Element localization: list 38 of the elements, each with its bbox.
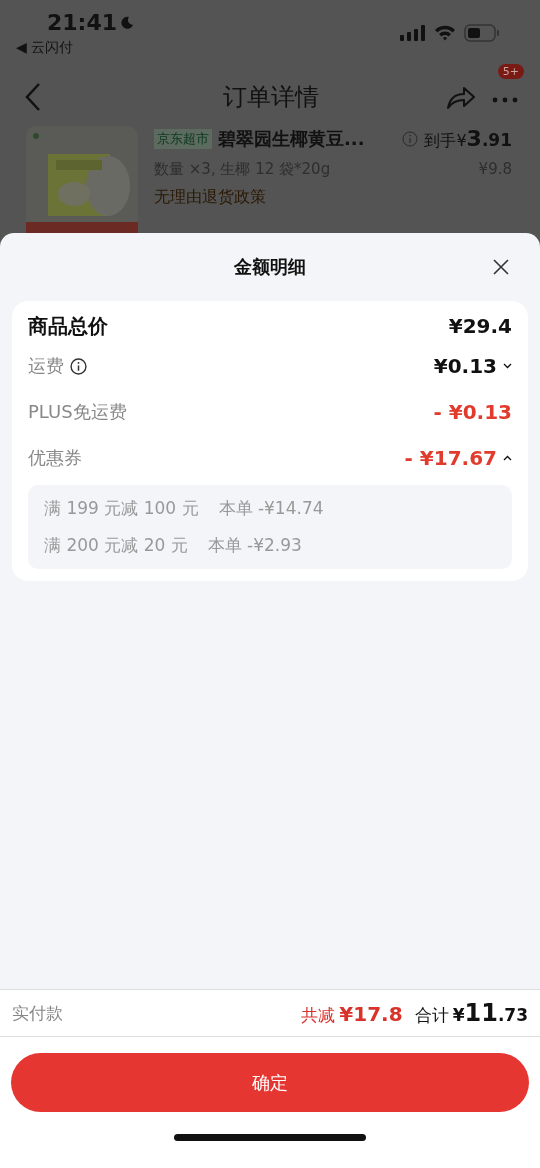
confirm-button[interactable]: 确定: [11, 1053, 529, 1112]
row-label: 运费: [28, 354, 64, 378]
total-amount: ¥11.73: [452, 999, 528, 1027]
row-amount: ¥29.4: [448, 314, 512, 338]
moon-icon: [120, 15, 135, 30]
payment-label: 实付款: [12, 1001, 63, 1025]
page-title: 订单详情: [222, 82, 320, 113]
notification-badge: 5+: [497, 63, 524, 79]
coupon-rule: 满 200 元减 20 元: [44, 534, 188, 557]
final-price: 到手¥3.91: [424, 126, 512, 152]
caret-down-icon[interactable]: [503, 363, 512, 369]
row-amount: - ¥17.67: [404, 446, 497, 470]
info-icon[interactable]: [70, 357, 87, 375]
row-label: 优惠券: [28, 446, 82, 470]
sheet-title: 金额明细: [234, 255, 306, 279]
saved-label: 共减: [301, 1004, 336, 1027]
coupon-amount: 本单 -¥14.74: [218, 497, 324, 520]
coupon-rule: 满 199 元减 100 元: [44, 497, 199, 520]
store-tag: 京东超市: [154, 129, 212, 149]
back-to-app-link[interactable]: ◀ 云闪付: [16, 39, 135, 57]
return-policy: 无理由退货政策: [154, 187, 267, 208]
more-icon[interactable]: [492, 96, 518, 103]
row-amount: - ¥0.13: [433, 400, 512, 424]
row-label: 商品总价: [28, 312, 108, 340]
share-icon[interactable]: [446, 84, 476, 110]
row-amount: ¥0.13: [433, 354, 497, 378]
total-label: 合计: [414, 1004, 449, 1027]
signal-icon: [400, 25, 426, 41]
coupon-amount: 本单 -¥2.93: [207, 534, 302, 557]
row-label: PLUS免运费: [28, 400, 127, 424]
battery-icon: [464, 24, 500, 42]
saved-amount: ¥17.8: [339, 1002, 403, 1026]
status-time: 21:41: [47, 10, 118, 35]
caret-up-icon[interactable]: [503, 455, 512, 461]
close-icon[interactable]: [493, 259, 509, 275]
back-icon[interactable]: [24, 82, 42, 112]
product-title[interactable]: 碧翠园生椰黄豆...: [218, 127, 365, 151]
wifi-icon: [434, 25, 456, 41]
